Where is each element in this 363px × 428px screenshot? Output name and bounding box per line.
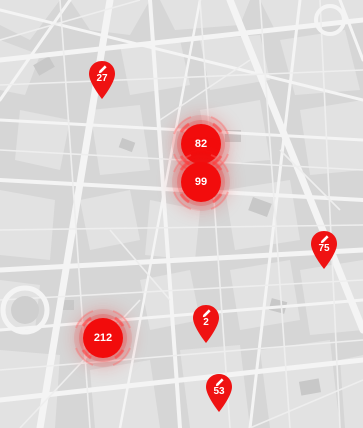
cluster-marker-82[interactable]: 82 — [173, 116, 229, 172]
cluster-count: 82 — [194, 138, 208, 150]
pin-marker-53[interactable]: 53 — [205, 373, 233, 413]
pin-count: 2 — [203, 317, 209, 328]
cluster-count: 212 — [93, 332, 113, 344]
cluster-count: 99 — [194, 176, 208, 188]
cluster-marker-212[interactable]: 212 — [75, 310, 131, 366]
pin-marker-75[interactable]: 75 — [310, 230, 338, 270]
map-tiles — [0, 0, 363, 428]
pin-count: 27 — [96, 73, 108, 84]
pin-marker-2[interactable]: 2 — [192, 304, 220, 344]
cluster-marker-99[interactable]: 99 — [173, 154, 229, 210]
pin-count: 53 — [213, 386, 225, 397]
map-view[interactable]: 82 99 212 27 75 2 53 — [0, 0, 363, 428]
pin-marker-27[interactable]: 27 — [88, 60, 116, 100]
pin-count: 75 — [318, 243, 330, 254]
